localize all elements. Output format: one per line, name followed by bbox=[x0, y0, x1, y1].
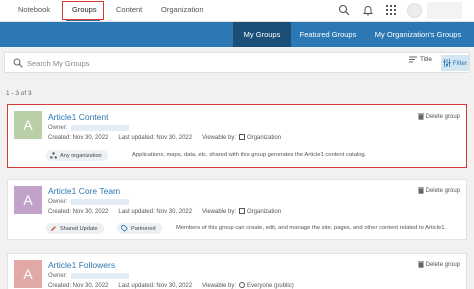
sort-label: Title bbox=[420, 56, 433, 63]
nav-tab-notebook[interactable]: Notebook bbox=[18, 5, 50, 14]
organization-icon bbox=[239, 134, 246, 140]
owner-redacted bbox=[71, 273, 130, 279]
owner-redacted bbox=[71, 199, 130, 205]
group-owner: Owner: bbox=[48, 273, 130, 279]
nav-tab-organization[interactable]: Organization bbox=[161, 5, 204, 14]
user-menu[interactable] bbox=[427, 2, 462, 19]
search-icon bbox=[13, 58, 23, 68]
pencil-icon bbox=[51, 226, 56, 231]
group-card-article1-content: A Article1 Content Owner: Created: Nov 3… bbox=[7, 104, 467, 168]
group-title-link[interactable]: Article1 Followers bbox=[48, 260, 115, 270]
search-input[interactable] bbox=[27, 56, 327, 70]
sort-title-button[interactable]: Title bbox=[409, 56, 432, 63]
trash-icon bbox=[417, 261, 424, 268]
group-description: Applications, maps, data, etc. shared wi… bbox=[132, 152, 367, 158]
group-thumbnail[interactable]: A bbox=[14, 186, 42, 214]
sort-icon bbox=[409, 56, 417, 63]
groups-highlight-box bbox=[62, 1, 104, 20]
share-network-icon bbox=[50, 152, 57, 159]
delete-group-button[interactable]: Delete group bbox=[417, 187, 460, 194]
delete-group-button[interactable]: Delete group bbox=[417, 113, 460, 120]
chip-any-organization: Any organization bbox=[46, 150, 108, 161]
trash-icon bbox=[417, 187, 424, 194]
group-description: Members of this group can create, edit, … bbox=[176, 225, 447, 231]
filter-sliders-icon bbox=[443, 59, 451, 67]
tab-featured-groups[interactable]: Featured Groups bbox=[293, 22, 363, 47]
filter-label: Filter bbox=[452, 59, 468, 67]
result-count: 1 - 3 of 3 bbox=[6, 90, 32, 97]
group-thumbnail[interactable]: A bbox=[14, 260, 42, 288]
filter-button[interactable]: Filter bbox=[441, 55, 469, 71]
group-meta: Created: Nov 30, 2022 Last updated: Nov 3… bbox=[48, 282, 294, 289]
group-meta: Created: Nov 30, 2022 Last updated: Nov 3… bbox=[48, 134, 282, 141]
nav-tab-content[interactable]: Content bbox=[116, 5, 142, 14]
organization-icon bbox=[239, 208, 246, 214]
group-title-link[interactable]: Article1 Core Team bbox=[48, 186, 120, 196]
group-card-article1-core-team: A Article1 Core Team Owner: Created: Nov… bbox=[7, 179, 467, 240]
groups-subnav: My Groups Featured Groups My Organizatio… bbox=[0, 22, 474, 47]
trash-icon bbox=[417, 113, 424, 120]
delete-group-button[interactable]: Delete group bbox=[417, 261, 460, 268]
group-card-article1-followers: A Article1 Followers Owner: Created: Nov… bbox=[7, 253, 467, 289]
tag-icon bbox=[121, 225, 128, 232]
avatar-icon[interactable] bbox=[407, 3, 422, 18]
group-thumbnail[interactable]: A bbox=[14, 111, 42, 139]
top-nav: Notebook Groups Content Organization bbox=[0, 0, 474, 22]
search-bar: Title Filter bbox=[4, 52, 470, 73]
chip-shared-update: Shared Update bbox=[46, 223, 104, 234]
group-meta: Created: Nov 30, 2022 Last updated: Nov 3… bbox=[48, 208, 282, 215]
tab-my-organizations-groups[interactable]: My Organization's Groups bbox=[366, 22, 470, 47]
bell-icon[interactable] bbox=[362, 4, 374, 16]
globe-icon bbox=[239, 282, 246, 288]
group-owner: Owner: bbox=[48, 125, 130, 131]
search-icon[interactable] bbox=[338, 4, 350, 16]
chip-partnered: Partnered bbox=[117, 223, 162, 234]
group-title-link[interactable]: Article1 Content bbox=[48, 112, 108, 122]
apps-grid-icon[interactable] bbox=[385, 4, 397, 16]
tab-my-groups[interactable]: My Groups bbox=[233, 22, 291, 47]
group-owner: Owner: bbox=[48, 199, 130, 205]
owner-redacted bbox=[71, 125, 130, 131]
